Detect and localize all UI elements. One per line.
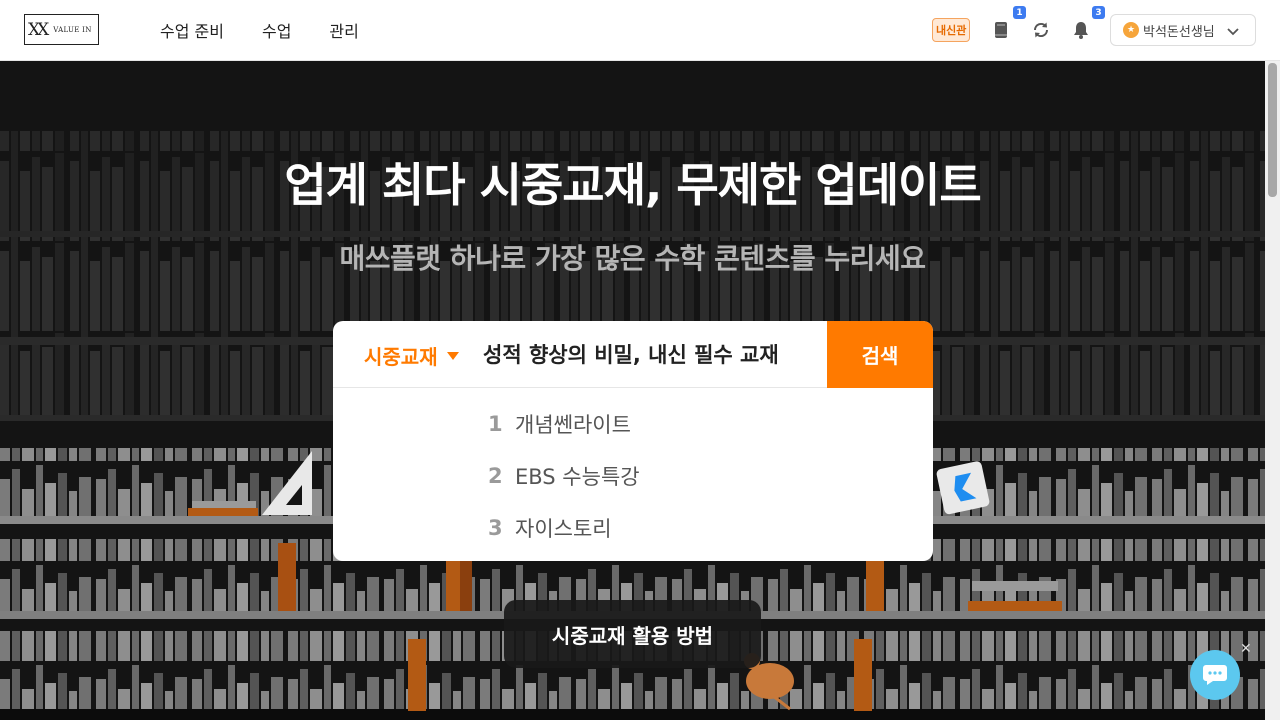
nav-item-class-prep[interactable]: 수업 준비 bbox=[160, 18, 224, 42]
suggestion-label: 개념쎈라이트 bbox=[515, 413, 631, 437]
profile-dropdown[interactable]: ★ 박석돈선생님 bbox=[1110, 14, 1256, 46]
suggestion-item[interactable]: 3 자이스토리 bbox=[488, 513, 612, 543]
page-scrollbar[interactable] bbox=[1265, 61, 1280, 720]
scrollbar-thumb[interactable] bbox=[1268, 63, 1277, 197]
nav-item-class[interactable]: 수업 bbox=[262, 18, 291, 42]
suggestion-item[interactable]: 2 EBS 수능특강 bbox=[488, 461, 640, 491]
hero-section: 업계 최다 시중교재, 무제한 업데이트 매쓰플랫 하나로 가장 많은 수학 콘… bbox=[0, 61, 1265, 720]
suggestion-rank: 1 bbox=[488, 412, 503, 436]
book-icon[interactable] bbox=[991, 20, 1011, 40]
search-button[interactable]: 검색 bbox=[827, 321, 933, 388]
logo[interactable]: XX VALUE IN bbox=[24, 14, 99, 45]
chevron-down-icon bbox=[1227, 21, 1239, 40]
book-count-badge: 1 bbox=[1013, 6, 1026, 19]
search-category-dropdown[interactable]: 시중교재 bbox=[364, 341, 459, 370]
search-input[interactable] bbox=[483, 337, 813, 371]
bell-icon[interactable] bbox=[1071, 20, 1091, 40]
suggestion-label: EBS 수능특강 bbox=[515, 465, 640, 489]
logo-mark: XX bbox=[28, 19, 49, 40]
chat-icon bbox=[1203, 665, 1227, 685]
star-icon: ★ bbox=[1123, 22, 1139, 38]
logo-text: VALUE IN bbox=[53, 25, 92, 34]
chat-button[interactable] bbox=[1190, 650, 1240, 700]
notification-count-badge: 3 bbox=[1092, 6, 1105, 19]
hero-subtitle: 매쓰플랫 하나로 가장 많은 수학 콘텐츠를 누리세요 bbox=[339, 242, 926, 275]
howto-button[interactable]: 시중교재 활용 방법 bbox=[504, 600, 761, 668]
suggestion-rank: 3 bbox=[488, 516, 503, 540]
user-name: 박석돈선생님 bbox=[1143, 24, 1215, 40]
sync-icon[interactable] bbox=[1031, 20, 1051, 40]
close-icon[interactable]: ✕ bbox=[1240, 641, 1252, 657]
hero-title: 업계 최다 시중교재, 무제한 업데이트 bbox=[284, 158, 981, 212]
search-panel: 시중교재 검색 1 개념쎈라이트 2 EBS 수능특강 3 자이스토리 bbox=[333, 321, 933, 561]
search-bar: 시중교재 검색 bbox=[333, 321, 933, 388]
main-nav: 수업 준비 수업 관리 bbox=[160, 18, 359, 42]
suggestion-label: 자이스토리 bbox=[515, 517, 612, 541]
naesin-badge-button[interactable]: 내신관 bbox=[932, 18, 971, 42]
nav-item-manage[interactable]: 관리 bbox=[329, 18, 358, 42]
suggestion-rank: 2 bbox=[488, 464, 503, 488]
top-header: XX VALUE IN 수업 준비 수업 관리 내신관 1 3 ★ 박석돈선생님 bbox=[0, 0, 1280, 61]
suggestion-item[interactable]: 1 개념쎈라이트 bbox=[488, 409, 631, 439]
search-category-label: 시중교재 bbox=[364, 345, 438, 369]
caret-down-icon bbox=[446, 351, 459, 360]
